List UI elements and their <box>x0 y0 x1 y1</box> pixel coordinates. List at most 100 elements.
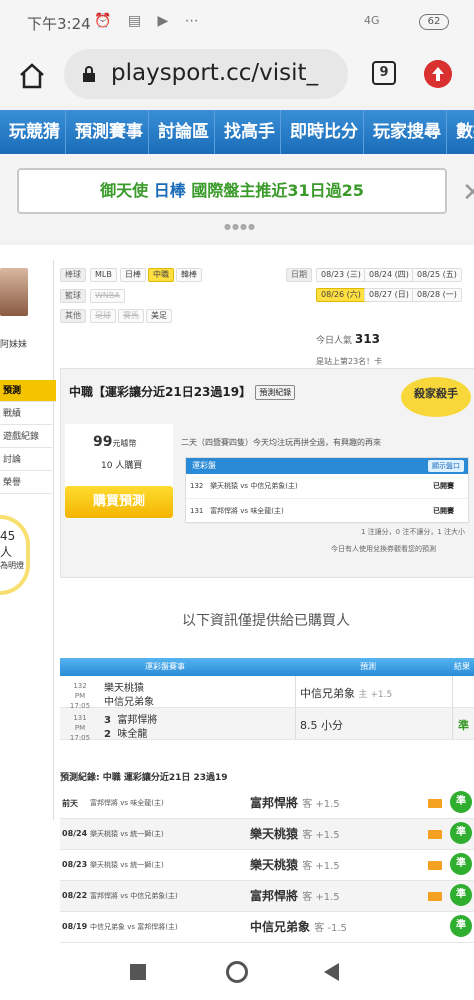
date-option[interactable]: 08/25 (五) <box>412 268 462 282</box>
game-num-value: 131 <box>73 714 87 722</box>
history-pick-line: 客 +1.5 <box>302 861 340 872</box>
history-pick-team: 富邦悍將 <box>250 889 299 903</box>
nav-item[interactable]: 找高手 <box>215 110 281 154</box>
result-badge: 準 <box>458 719 469 732</box>
prediction-line: 主 +1.5 <box>358 690 393 700</box>
filter-label-baseball: 棒球 <box>60 268 86 282</box>
back-icon[interactable] <box>324 963 339 981</box>
col-result: 結果 <box>454 662 470 671</box>
pick-row: 131 富邦悍將 vs 味全龍(主) 已開賽 <box>186 499 468 524</box>
tab-switcher-button[interactable]: 9 <box>372 61 396 85</box>
date-option[interactable]: 08/28 (一) <box>412 288 462 302</box>
banner-prefix: 御天使 <box>100 181 149 200</box>
history-row: 08/22 富邦悍將 vs 中信兄弟象(主) 富邦悍將 客 +1.5 準 <box>60 881 474 912</box>
date-option-selected[interactable]: 08/26 (六) <box>316 288 366 302</box>
killer-stamp: 殺家殺手 <box>401 377 471 417</box>
filter-soccer[interactable]: 足球 <box>90 309 116 323</box>
odds-tag <box>428 861 442 870</box>
home-icon[interactable] <box>18 62 46 90</box>
hit-badge: 準 <box>450 791 472 813</box>
filter-label-basketball: 籃球 <box>60 289 86 303</box>
sidebar-item-record[interactable]: 戰績 <box>0 403 52 425</box>
history-row: 前天 富邦悍將 vs 味全龍(主) 富邦悍將 客 +1.5 準 <box>60 788 474 819</box>
date-option[interactable]: 08/24 (四) <box>364 268 414 282</box>
game-time: PM 17:05 <box>69 724 91 742</box>
recent-apps-icon[interactable] <box>130 964 146 980</box>
signal-icon: 4G <box>364 14 380 27</box>
sidebar-item-predict[interactable]: 預測 <box>0 380 56 402</box>
pick-num: 132 <box>190 482 204 490</box>
notification-icons: ⏰ ▤ ▶ ⋯ <box>94 13 205 29</box>
hit-badge: 準 <box>450 822 472 844</box>
history-game: 中信兄弟象 vs 富邦悍將(主) <box>90 923 178 931</box>
table-header: 運彩盤賽事 預測 結果 <box>60 658 474 676</box>
table-row: 131 PM 17:05 3 富邦悍將 2 味全龍 8.5 小分 準 <box>60 708 474 742</box>
sidebar-item-discuss[interactable]: 討論 <box>0 449 52 471</box>
nav-item[interactable]: 玩家搜尋 <box>364 110 447 154</box>
pick-summary: 1 注讓分，0 注不讓分，1 注大小 <box>361 528 466 536</box>
sidebar-item-honor[interactable]: 榮譽 <box>0 472 52 494</box>
history-pick-line: 客 +1.5 <box>302 892 340 903</box>
close-icon[interactable]: ✕ <box>462 178 474 208</box>
history-date: 08/19 <box>62 922 88 931</box>
history-date: 08/23 <box>62 860 88 869</box>
nav-item[interactable]: 預測賽事 <box>66 110 149 154</box>
bulb-label: 為明燈 <box>0 561 24 570</box>
record-button[interactable]: 預測紀錄 <box>255 385 296 400</box>
date-label: 日期 <box>286 268 312 282</box>
team-home: 2 味全龍 <box>104 725 147 740</box>
pick-away: 富邦悍將 <box>210 507 239 515</box>
history-pick: 中信兄弟象 客 -1.5 <box>250 918 347 935</box>
nav-item[interactable]: 即時比分 <box>281 110 364 154</box>
date-option[interactable]: 08/27 (日) <box>364 288 414 302</box>
nav-item[interactable]: 數據 <box>447 110 474 154</box>
nav-item[interactable]: 玩競猜 <box>0 110 66 154</box>
update-arrow-icon[interactable] <box>424 60 452 88</box>
divider <box>452 708 453 739</box>
buyers-only-heading: 以下資訊僅提供給已購買人 <box>182 613 350 629</box>
history-pick: 富邦悍將 客 +1.5 <box>250 887 340 904</box>
game-table: 運彩盤賽事 預測 結果 132 PM 17:05 樂天桃猿 中信兄弟象 中信兄弟象… <box>60 658 474 742</box>
history-game: 富邦悍將 vs 味全龍(主) <box>90 799 164 807</box>
popularity-label: 今日人氣 <box>316 336 353 346</box>
filter-cpbl[interactable]: 中職 <box>148 268 174 282</box>
history-row: 08/19 中信兄弟象 vs 富邦悍將(主) 中信兄弟象 客 -1.5 準 <box>60 912 474 943</box>
hit-badge: 準 <box>450 853 472 875</box>
lightbulb-icon: 45 人 為明燈 <box>0 515 30 595</box>
history-row: 08/24 樂天桃猿 vs 統一獅(主) 樂天桃猿 客 +1.5 準 <box>60 819 474 850</box>
username[interactable]: 阿妹妹 <box>0 337 27 350</box>
history-pick-line: 客 +1.5 <box>302 799 340 810</box>
card-title-text: 中職【運彩讓分近21日23過19】 <box>69 385 252 399</box>
user-sidebar: 阿妹妹 預測 戰績 遊戲紀錄 討論 榮譽 45 人 為明燈 <box>0 260 56 820</box>
page-content: 阿妹妹 預測 戰績 遊戲紀錄 討論 榮譽 45 人 為明燈 棒球 MLB 日棒 … <box>0 245 474 945</box>
banner-league: 日棒 <box>153 181 186 200</box>
home-button-icon[interactable] <box>226 961 248 983</box>
date-option[interactable]: 08/23 (三) <box>316 268 366 282</box>
history-pick-team: 樂天桃猿 <box>250 827 299 841</box>
show-odds-button[interactable]: 顯示盤口 <box>428 460 464 472</box>
history-date: 08/22 <box>62 891 88 900</box>
main-nav: 玩競猜預測賽事討論區找高手即時比分玩家搜尋數據 <box>0 110 474 154</box>
sidebar-item-game-log[interactable]: 遊戲紀錄 <box>0 426 52 448</box>
history-date: 前天 <box>62 799 78 808</box>
filter-nfl[interactable]: 美足 <box>146 309 172 323</box>
filter-kbo[interactable]: 韓棒 <box>176 268 202 282</box>
avatar[interactable] <box>0 268 28 316</box>
carousel-dots[interactable]: ●●●● <box>224 222 256 231</box>
divider <box>295 676 296 707</box>
buy-prediction-button[interactable]: 購買預測 <box>65 486 173 518</box>
prediction-card: 中職【運彩讓分近21日23過19】 預測紀錄 殺家殺手 99元噱幣 10 人購買… <box>60 368 474 578</box>
filter-mlb[interactable]: MLB <box>90 268 117 282</box>
filter-horse[interactable]: 賽馬 <box>118 309 144 323</box>
nav-item[interactable]: 討論區 <box>149 110 215 154</box>
history-pick: 樂天桃猿 客 +1.5 <box>250 825 340 842</box>
filter-wnba[interactable]: WNBA <box>90 289 125 303</box>
card-note: 二天（四暨賽四隻）今天均注玩再拼全過，有興趣的再來 <box>181 438 381 447</box>
promo-banner[interactable]: 御天使 日棒 國際盤主推近31日過25 <box>17 168 447 214</box>
team-away: 樂天桃猿 <box>104 683 144 694</box>
history-pick-line: 客 +1.5 <box>302 830 340 841</box>
history-row: 08/23 樂天桃猿 vs 統一獅(主) 樂天桃猿 客 +1.5 準 <box>60 850 474 881</box>
filter-npb[interactable]: 日棒 <box>120 268 146 282</box>
address-bar[interactable]: playsport.cc/visit_ <box>64 49 348 99</box>
voucher-note: 今日有人使用兌換券觀看您的預測 <box>331 545 436 553</box>
